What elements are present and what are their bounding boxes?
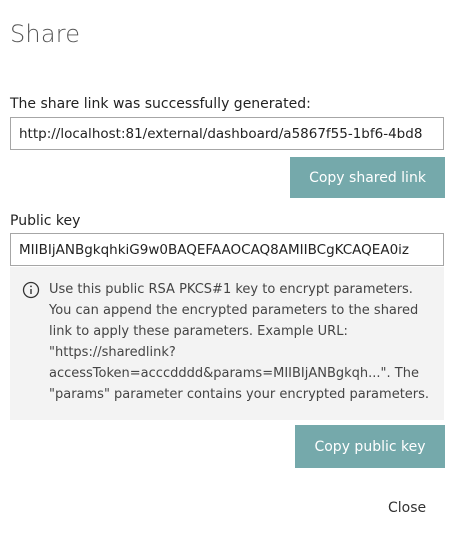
dialog-title: Share xyxy=(10,20,81,48)
share-dialog: Share The share link was successfully ge… xyxy=(0,0,454,540)
close-button[interactable]: Close xyxy=(388,500,426,516)
share-link-label: The share link was successfully generate… xyxy=(10,96,311,112)
copy-public-key-button[interactable]: Copy public key xyxy=(295,425,445,468)
info-message-text: Use this public RSA PKCS#1 key to encryp… xyxy=(49,282,430,402)
info-message-box: Use this public RSA PKCS#1 key to encryp… xyxy=(10,267,444,420)
copy-shared-link-button[interactable]: Copy shared link xyxy=(290,157,445,198)
info-circle-icon xyxy=(22,281,40,299)
public-key-field[interactable] xyxy=(10,233,444,266)
share-link-field[interactable] xyxy=(10,117,444,150)
public-key-label: Public key xyxy=(10,213,81,229)
